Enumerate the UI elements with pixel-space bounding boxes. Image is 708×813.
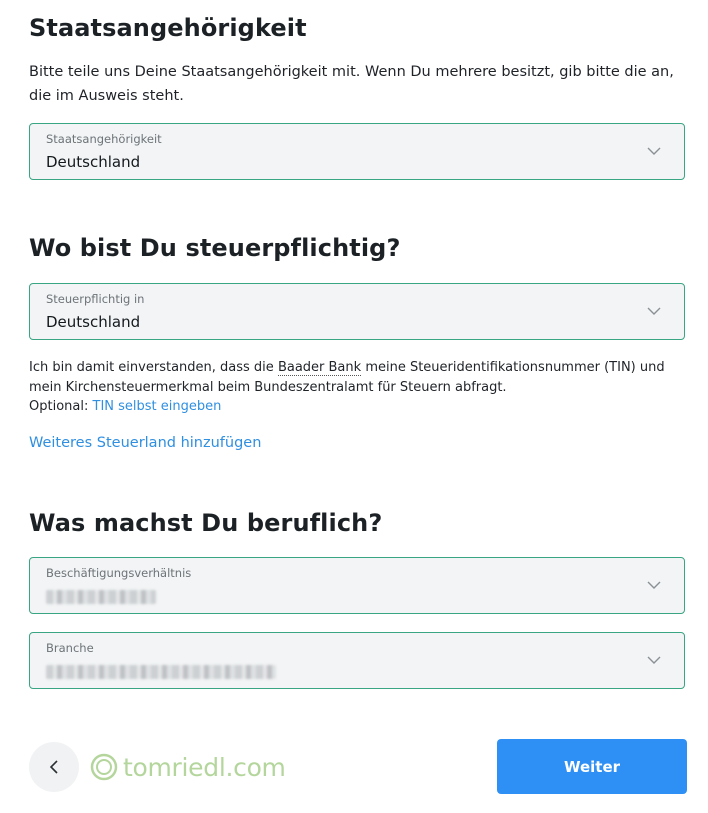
industry-select-label: Branche xyxy=(46,641,94,655)
nationality-title: Staatsangehörigkeit xyxy=(29,14,307,42)
nationality-select-label: Staatsangehörigkeit xyxy=(46,132,162,146)
ring-logo-icon xyxy=(90,753,118,781)
chevron-down-icon xyxy=(647,656,661,664)
tax-select-value: Deutschland xyxy=(46,313,141,331)
tin-consent-text: Ich bin damit einverstanden, dass die Ba… xyxy=(29,358,679,417)
chevron-down-icon xyxy=(647,147,661,155)
chevron-left-icon xyxy=(49,760,58,774)
chevron-down-icon xyxy=(647,581,661,589)
employment-select[interactable]: Beschäftigungsverhältnis xyxy=(29,557,685,614)
nationality-select[interactable]: Staatsangehörigkeit Deutschland xyxy=(29,123,685,180)
watermark-text: tomriedl.com xyxy=(123,752,286,782)
watermark: tomriedl.com xyxy=(89,751,286,783)
add-tax-country-link[interactable]: Weiteres Steuerland hinzufügen xyxy=(29,433,261,453)
bank-name-tooltip[interactable]: Baader Bank xyxy=(277,360,362,376)
employment-select-label: Beschäftigungsverhältnis xyxy=(46,566,192,580)
chevron-down-icon xyxy=(647,307,661,315)
nationality-select-value: Deutschland xyxy=(46,153,141,171)
industry-value-blurred xyxy=(46,665,276,679)
nationality-intro: Bitte teile uns Deine Staatsangehörigkei… xyxy=(29,64,674,104)
enter-tin-link[interactable]: TIN selbst eingeben xyxy=(93,399,222,414)
back-button[interactable] xyxy=(29,742,79,792)
next-button[interactable]: Weiter xyxy=(497,739,687,794)
tax-select-label: Steuerpflichtig in xyxy=(46,292,145,306)
employment-value-blurred xyxy=(46,590,156,604)
tax-country-select[interactable]: Steuerpflichtig in Deutschland xyxy=(29,283,685,340)
consent-text-part1: Ich bin damit einverstanden, dass die xyxy=(29,360,274,375)
optional-label: Optional: xyxy=(29,399,89,414)
job-title: Was machst Du beruflich? xyxy=(29,509,383,537)
tax-title: Wo bist Du steuerpflichtig? xyxy=(29,234,401,262)
industry-select[interactable]: Branche xyxy=(29,632,685,689)
